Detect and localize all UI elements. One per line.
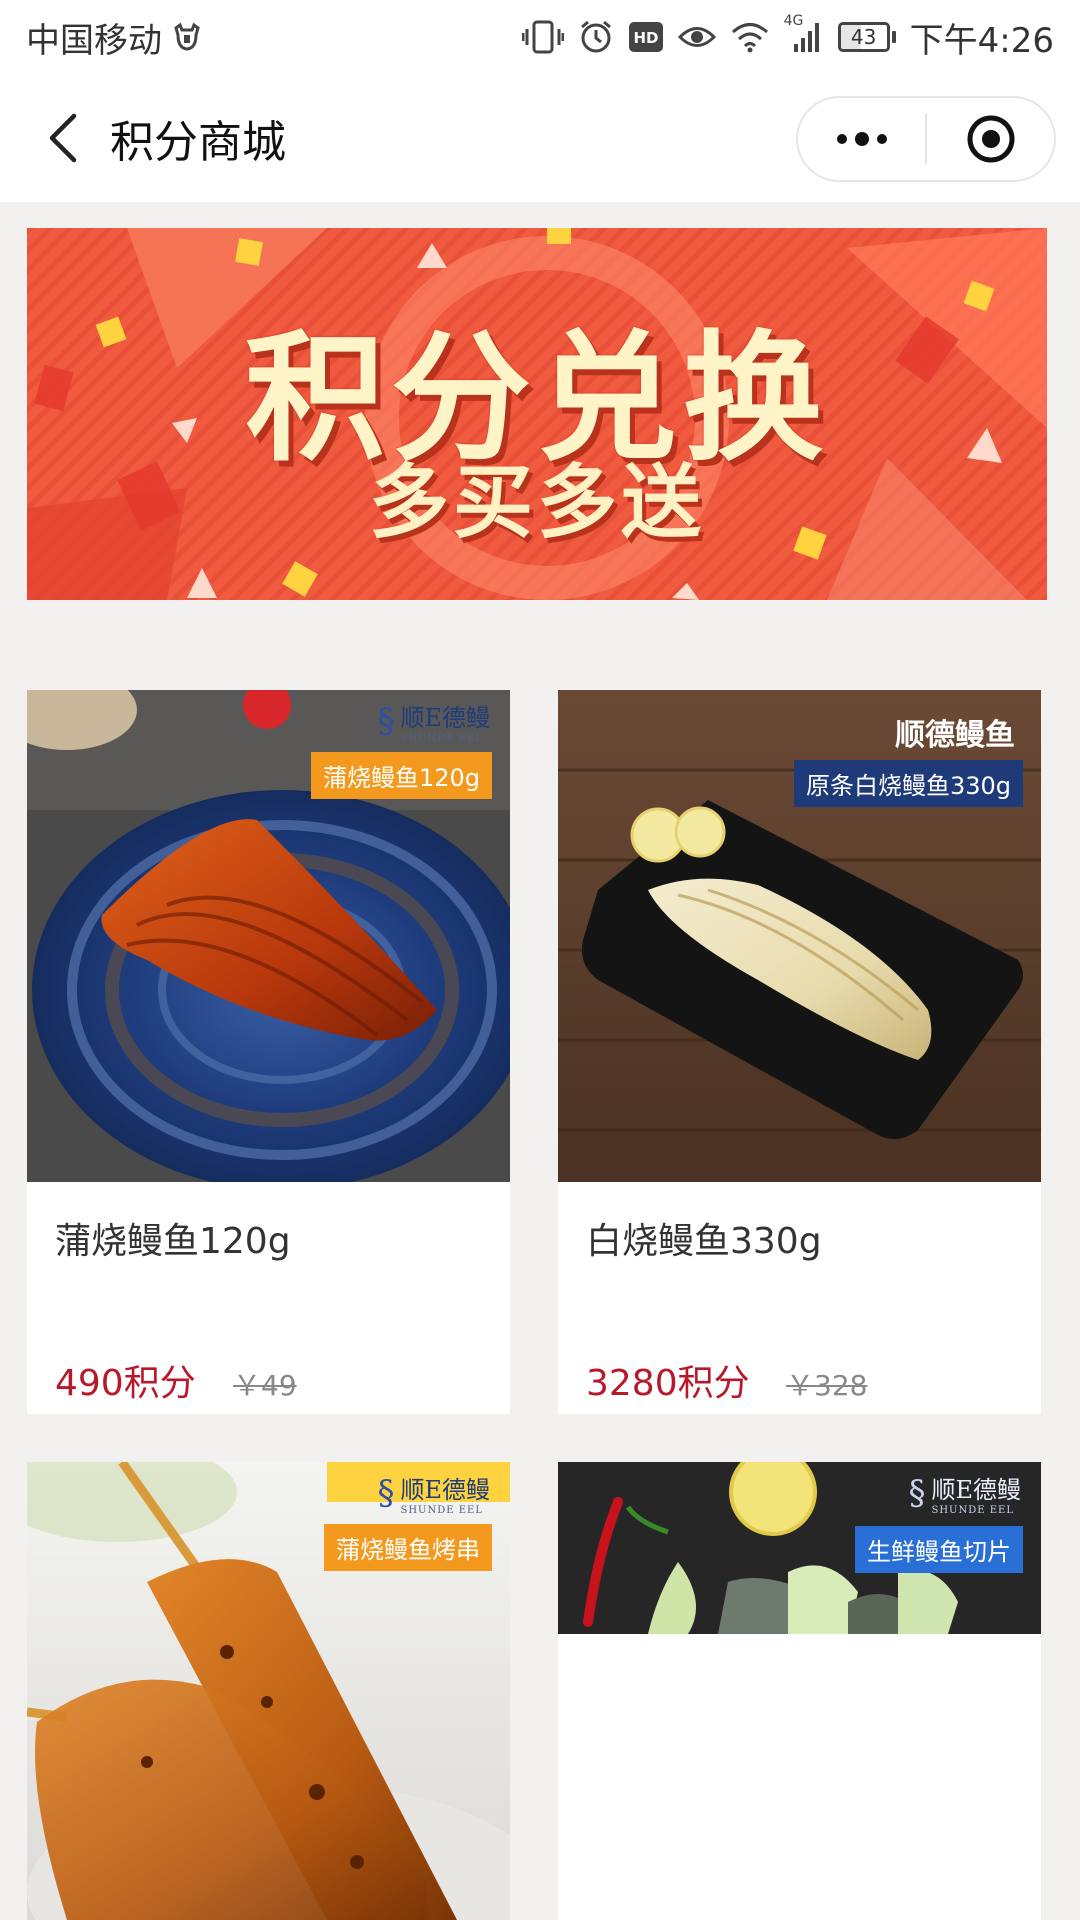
status-left: 中国移动 bbox=[26, 13, 202, 62]
vibrate-icon bbox=[521, 17, 564, 57]
product-original-price: ￥328 bbox=[786, 1369, 868, 1402]
alarm-icon bbox=[578, 17, 614, 57]
brand-logo-sub: SHUNDE EEL bbox=[400, 733, 483, 744]
brand-logo-text: 顺E德鳗 bbox=[400, 1476, 490, 1504]
product-name: 白烧鳗鱼330g bbox=[586, 1221, 822, 1262]
battery-icon: 43 bbox=[837, 22, 896, 52]
svg-text:HD: HD bbox=[633, 29, 658, 47]
brand-swirl-icon: § bbox=[377, 701, 395, 741]
promo-banner[interactable]: 积分兑换 多买多送 bbox=[27, 228, 1047, 600]
eye-icon bbox=[677, 17, 716, 57]
wifi-icon bbox=[730, 17, 770, 57]
brand-logo: § 顺E德鳗 SHUNDE EEL bbox=[377, 698, 490, 744]
status-right: HD 4G 43 下午4:26 bbox=[521, 13, 1054, 62]
close-miniprogram-button[interactable] bbox=[927, 98, 1054, 180]
brand-logo-text: 顺E德鳗 bbox=[931, 1476, 1021, 1504]
product-image: 顺德鳗鱼 原条白烧鳗鱼330g bbox=[558, 690, 1041, 1182]
product-original-price: ￥49 bbox=[233, 1369, 297, 1402]
product-points: 3280积分 bbox=[586, 1363, 750, 1404]
brand-swirl-icon: § bbox=[377, 1473, 395, 1513]
product-card[interactable]: § 顺E德鳗 SHUNDE EEL 蒲烧鳗鱼120g 蒲烧鳗鱼120g 490积分… bbox=[27, 690, 510, 1414]
product-image-tag: 原条白烧鳗鱼330g bbox=[793, 760, 1023, 807]
clock-label: 下午4:26 bbox=[909, 20, 1054, 61]
product-image-tag: 生鲜鳗鱼切片 bbox=[855, 1526, 1023, 1573]
nav-bar: 积分商城 bbox=[0, 74, 1080, 202]
status-bar: 中国移动 HD 4G 43 下午4:26 bbox=[0, 0, 1080, 74]
product-image-tag: 蒲烧鳗鱼烤串 bbox=[324, 1524, 492, 1571]
brand-logo-sub: SHUNDE EEL bbox=[400, 1505, 483, 1516]
miniprogram-capsule bbox=[796, 96, 1056, 182]
notification-icon bbox=[172, 17, 202, 57]
product-card[interactable]: § 顺E德鳗 SHUNDE EEL 蒲烧鳗鱼烤串 bbox=[27, 1462, 510, 1920]
cellular-signal-icon: 4G bbox=[784, 13, 824, 57]
page-title: 积分商城 bbox=[110, 117, 286, 168]
more-dots-icon bbox=[836, 132, 887, 146]
brand-swirl-icon: § bbox=[908, 1473, 926, 1513]
hd-icon: HD bbox=[628, 17, 664, 57]
product-image: § 顺E德鳗 SHUNDE EEL 生鲜鳗鱼切片 bbox=[558, 1462, 1041, 1634]
product-image: § 顺E德鳗 SHUNDE EEL 蒲烧鳗鱼120g bbox=[27, 690, 510, 1182]
battery-level: 43 bbox=[837, 22, 890, 52]
brand-logo-sub: SHUNDE EEL bbox=[931, 1505, 1014, 1516]
product-name: 蒲烧鳗鱼120g bbox=[55, 1221, 291, 1262]
brand-logo: § 顺E德鳗 SHUNDE EEL bbox=[908, 1470, 1021, 1516]
product-image: § 顺E德鳗 SHUNDE EEL 蒲烧鳗鱼烤串 bbox=[27, 1462, 510, 1920]
target-icon bbox=[967, 115, 1014, 163]
back-button[interactable] bbox=[28, 93, 98, 183]
chevron-left-icon bbox=[49, 113, 77, 163]
brand-text: 顺德鳗鱼 bbox=[895, 718, 1015, 753]
more-button[interactable] bbox=[798, 98, 925, 180]
carrier-label: 中国移动 bbox=[26, 20, 162, 61]
brand-logo-text: 顺E德鳗 bbox=[400, 704, 490, 732]
product-card[interactable]: 顺德鳗鱼 原条白烧鳗鱼330g 白烧鳗鱼330g 3280积分 ￥328 bbox=[558, 690, 1041, 1414]
network-type-label: 4G bbox=[783, 13, 804, 29]
brand-logo: § 顺E德鳗 SHUNDE EEL bbox=[377, 1470, 490, 1516]
product-image-tag: 蒲烧鳗鱼120g bbox=[310, 752, 492, 799]
product-points: 490积分 bbox=[55, 1363, 196, 1404]
product-card[interactable]: § 顺E德鳗 SHUNDE EEL 生鲜鳗鱼切片 bbox=[558, 1462, 1041, 1920]
banner-subtitle: 多买多送 bbox=[369, 456, 705, 549]
